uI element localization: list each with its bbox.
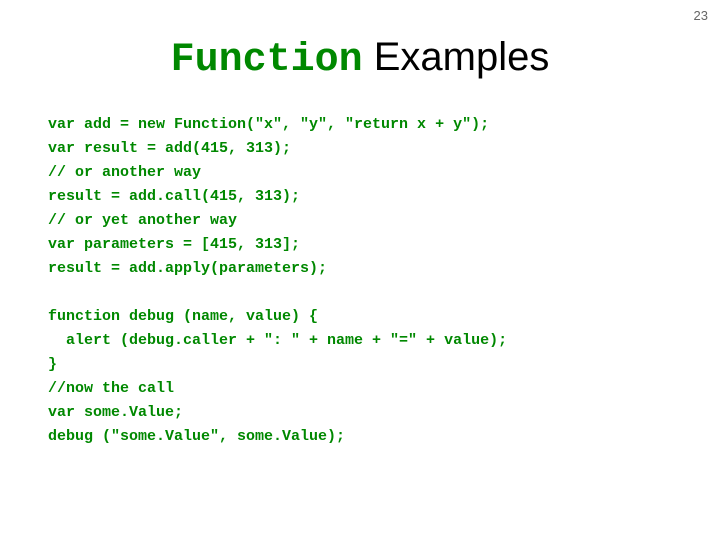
code-example-2: function debug (name, value) { alert (de… <box>0 305 720 449</box>
title-text-part: Examples <box>363 35 550 79</box>
page-number: 23 <box>694 8 708 23</box>
title-code-part: Function <box>171 38 363 83</box>
slide-title: Function Examples <box>0 0 720 113</box>
code-example-1: var add = new Function("x", "y", "return… <box>0 113 720 281</box>
